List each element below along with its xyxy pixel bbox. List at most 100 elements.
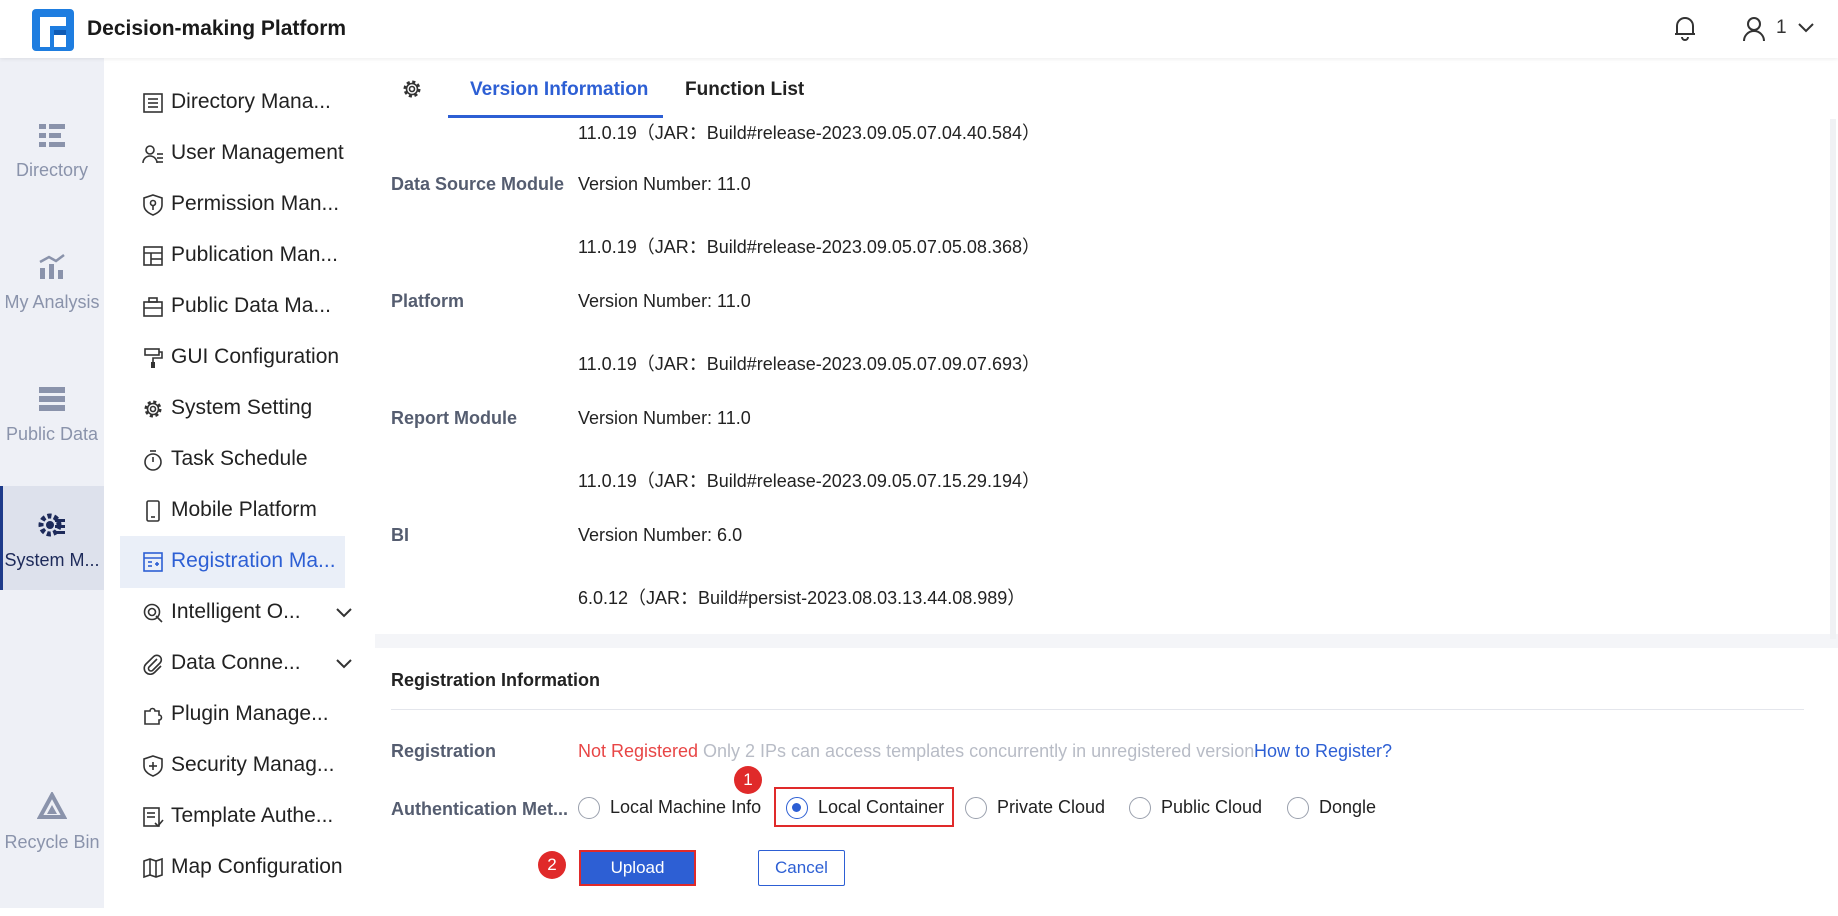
radio-label: Local Machine Info [610, 797, 762, 817]
tab-function-list[interactable]: Function List [685, 79, 804, 101]
public-data-icon [39, 387, 65, 411]
template-icon [143, 807, 164, 828]
section-divider [375, 634, 1838, 648]
menu-item-label: Data Conne... [171, 651, 301, 674]
tab-version-information[interactable]: Version Information [470, 79, 648, 101]
menu-item-label: Publication Man... [171, 243, 338, 266]
intelligent-icon [143, 603, 163, 623]
menu-item-label: Security Manag... [171, 753, 335, 776]
system-menu: Directory Mana... User Management Permis… [104, 58, 376, 908]
rail-item-public-data[interactable]: Public Data [0, 360, 104, 464]
mobile-icon [146, 500, 160, 522]
version-build: 11.0.19（JAR：Build#release-2023.09.05.07.… [578, 237, 1040, 257]
rail-item-system-management[interactable]: System M... [0, 486, 107, 590]
main-content: 11.0.19（JAR：Build#release-2023.09.05.07.… [375, 119, 1838, 909]
layout-icon [143, 246, 163, 266]
version-number: Version Number: 11.0 [578, 291, 751, 311]
menu-item-label: Plugin Manage... [171, 702, 329, 725]
version-build: 11.0.19（JAR：Build#release-2023.09.05.07.… [578, 471, 1040, 491]
radio-circle[interactable] [578, 797, 600, 819]
rail-item-label: My Analysis [4, 292, 100, 312]
highlight-box-local-container [774, 787, 954, 827]
rail-item-directory[interactable]: Directory [0, 96, 104, 200]
radio-label: Private Cloud [997, 797, 1106, 817]
stopwatch-icon [144, 450, 162, 471]
user-list-icon [142, 145, 163, 164]
registration-status: Not Registered [578, 741, 699, 761]
upload-license-button[interactable]: Upload License [579, 850, 696, 909]
radio-label: Dongle [1319, 797, 1377, 817]
registration-label: Registration [391, 741, 497, 761]
version-number: Version Number: 11.0 [578, 408, 751, 428]
authentication-method-label: Authentication Met... [391, 799, 568, 819]
menu-item-label: Permission Man... [171, 192, 340, 215]
rail-item-label: System M... [4, 550, 100, 570]
menu-item-label: Task Schedule [171, 447, 308, 470]
puzzle-icon [144, 707, 163, 725]
registration-note: Only 2 IPs can access templates concurre… [703, 741, 1255, 761]
version-info-panel: 11.0.19（JAR：Build#release-2023.09.05.07.… [375, 119, 1838, 634]
menu-item-label: System Setting [171, 396, 313, 419]
rail-item-label: Recycle Bin [4, 832, 100, 852]
user-name[interactable]: 1 [1776, 17, 1787, 39]
radio-label: Public Cloud [1161, 797, 1263, 817]
divider [391, 709, 1804, 710]
menu-item-label: Template Authe... [171, 804, 334, 827]
menu-item-label: Mobile Platform [171, 498, 317, 521]
chevron-down-icon[interactable] [334, 656, 354, 672]
chevron-down-icon[interactable] [1796, 20, 1816, 36]
menu-item-label: Directory Mana... [171, 90, 331, 113]
system-management-icon [38, 513, 65, 537]
user-icon[interactable] [1742, 16, 1766, 42]
step-badge-2: 2 [538, 851, 566, 879]
bell-icon[interactable] [1672, 14, 1698, 42]
menu-item-registration-management[interactable]: Registration Ma... [120, 536, 345, 588]
module-label: Data Source Module [391, 174, 565, 194]
registration-icon [143, 552, 163, 572]
step-badge-1: 1 [734, 766, 762, 794]
menu-item-label: Map Configuration [171, 855, 343, 878]
rail-item-my-analysis[interactable]: My Analysis [0, 228, 104, 332]
analysis-icon [39, 254, 65, 279]
map-icon [143, 857, 163, 879]
settings-gear-icon[interactable] [401, 78, 423, 100]
top-bar: Decision-making Platform 1 [0, 0, 1838, 58]
menu-item-label: Registration Ma... [171, 549, 336, 572]
menu-item-label: User Management [171, 141, 344, 164]
briefcase-icon [143, 297, 163, 317]
version-build: 11.0.19（JAR：Build#release-2023.09.05.07.… [578, 354, 1040, 374]
how-to-register-link[interactable]: How to Register? [1254, 741, 1392, 762]
rail-item-label: Directory [15, 160, 88, 180]
menu-item-label: Intelligent O... [171, 600, 301, 623]
version-build: 6.0.12（JAR：Build#persist-2023.08.03.13.4… [578, 588, 1026, 608]
version-number: Version Number: 6.0 [578, 525, 743, 545]
paint-roller-icon [144, 348, 163, 368]
radio-circle[interactable] [1287, 797, 1309, 819]
gear-icon [144, 400, 162, 418]
shield-key-icon [143, 194, 163, 216]
app-logo-icon [32, 9, 74, 51]
rail-item-label: Public Data [5, 424, 99, 444]
version-build: 11.0.19（JAR：Build#release-2023.09.05.07.… [578, 123, 1040, 143]
rail-item-recycle-bin[interactable]: Recycle Bin [0, 768, 104, 872]
cancel-button[interactable]: Cancel [758, 850, 845, 886]
module-label: BI [391, 525, 409, 545]
list-icon [143, 93, 163, 113]
active-tab-indicator [448, 115, 663, 118]
paperclip-icon [143, 654, 163, 675]
chevron-down-icon[interactable] [334, 605, 354, 621]
app-title: Decision-making Platform [87, 17, 347, 40]
radio-circle[interactable] [1129, 797, 1151, 819]
registration-section-title: Registration Information [391, 670, 601, 690]
directory-icon [39, 124, 65, 147]
menu-item-label: Public Data Ma... [171, 294, 331, 317]
module-label: Platform [391, 291, 465, 311]
recycle-bin-icon [37, 792, 67, 819]
scrollbar[interactable] [1830, 119, 1836, 639]
shield-plus-icon [143, 755, 163, 777]
radio-circle[interactable] [965, 797, 987, 819]
menu-item-label: GUI Configuration [171, 345, 340, 368]
module-label: Report Module [391, 408, 517, 428]
tab-bar: Version Information Function List [375, 58, 1838, 120]
left-rail: Directory My Analysis Public Data System… [0, 58, 107, 908]
